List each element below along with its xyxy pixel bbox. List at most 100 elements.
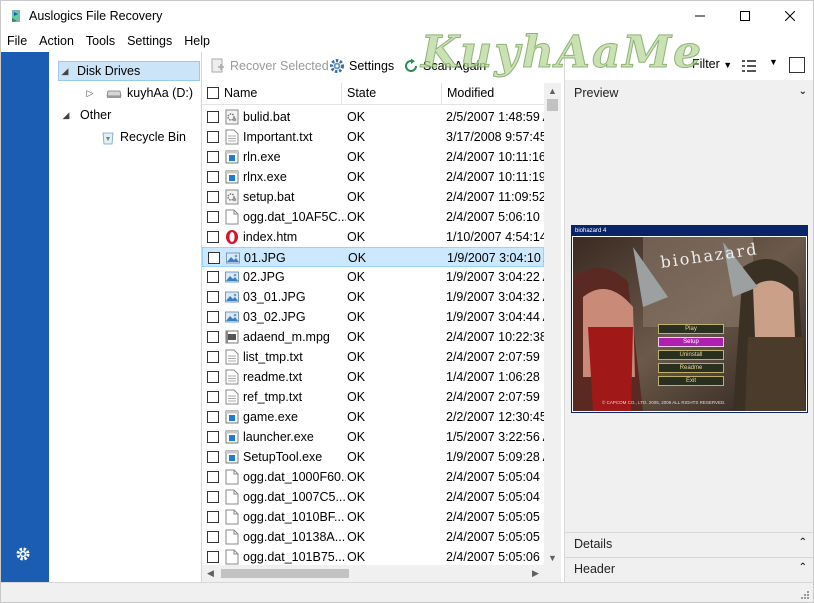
file-modified: 1/5/2007 3:22:56 AM [446,430,544,444]
menu-file[interactable]: File [1,31,33,51]
file-modified: 2/4/2007 2:07:59 PM [446,390,544,404]
row-checkbox[interactable] [207,471,219,483]
table-row[interactable]: ogg.dat_10AF5C...OK 2/4/2007 5:06:10 PM [202,207,544,227]
file-name: ogg.dat_1007C5... [243,490,346,504]
file-state: OK [347,310,366,324]
batch-icon [225,189,239,205]
table-row[interactable]: 03_02.JPG OK 1/9/2007 3:04:44 AM [202,307,544,327]
column-divider[interactable] [341,83,342,105]
expand-icon[interactable]: ▷ [84,88,96,99]
menu-action[interactable]: Action [33,31,80,51]
table-row[interactable]: 02.JPG OK 1/9/2007 3:04:22 AM [202,267,544,287]
file-name: 01.JPG [244,251,286,265]
row-checkbox[interactable] [207,111,219,123]
table-row[interactable]: launcher.exe OK 1/5/2007 3:22:56 AM [202,427,544,447]
table-row[interactable]: ogg.dat_10138A...OK 2/4/2007 5:05:05 PM [202,527,544,547]
row-checkbox[interactable] [207,191,219,203]
row-checkbox[interactable] [207,211,219,223]
scroll-thumb[interactable] [221,569,349,578]
row-checkbox[interactable] [207,291,219,303]
file-state: OK [347,550,366,564]
file-modified: 2/4/2007 5:05:04 PM [446,490,544,504]
table-row[interactable]: index.htm OK 1/10/2007 4:54:14 ... [202,227,544,247]
tree-node-disk-drives[interactable]: ◢ Disk Drives [58,61,200,81]
table-row[interactable]: rlnx.exe OK 2/4/2007 10:11:19 ... [202,167,544,187]
table-row[interactable]: game.exe OK 2/2/2007 12:30:45 ... [202,407,544,427]
vertical-scrollbar[interactable]: ▲ ▼ [544,83,561,565]
recover-selected-button[interactable]: Recover Selected [210,56,329,76]
menu-tools[interactable]: Tools [80,31,121,51]
close-icon [784,11,795,21]
gear-icon[interactable] [15,546,31,562]
row-checkbox[interactable] [207,271,219,283]
row-checkbox[interactable] [207,391,219,403]
row-checkbox[interactable] [207,431,219,443]
maximize-button[interactable] [722,1,767,31]
view-list-icon[interactable] [741,58,757,74]
file-name: ogg.dat_101B75... [243,550,346,564]
table-row[interactable]: readme.txt OK 1/4/2007 1:06:28 PM [202,367,544,387]
select-all-checkbox[interactable] [207,87,219,99]
table-row[interactable]: bulid.bat OK 2/5/2007 1:48:59 AM [202,107,544,127]
tree-node-recycle-bin[interactable]: Recycle Bin [101,127,186,147]
table-row[interactable]: ogg.dat_101B75...OK 2/4/2007 5:05:06 PM [202,547,544,567]
resize-grip-icon[interactable] [800,590,810,600]
collapse-icon[interactable]: ◢ [60,110,72,121]
column-header-name[interactable]: Name [224,86,257,100]
table-row[interactable]: 03_01.JPG OK 1/9/2007 3:04:32 AM [202,287,544,307]
row-checkbox[interactable] [207,311,219,323]
blank-file-icon [225,469,239,485]
exe-icon [225,409,239,425]
row-checkbox[interactable] [207,551,219,563]
view-dropdown-icon[interactable]: ▼ [769,57,778,67]
row-checkbox[interactable] [207,171,219,183]
row-checkbox[interactable] [207,411,219,423]
expand-chevron-icon[interactable]: ⌃ [799,562,807,573]
tree-node-drive[interactable]: ▷ kuyhAa (D:) [84,83,193,103]
row-checkbox[interactable] [207,511,219,523]
row-checkbox[interactable] [207,151,219,163]
row-checkbox[interactable] [207,371,219,383]
scroll-down-icon[interactable]: ▼ [544,550,561,565]
table-row[interactable]: setup.bat OK 2/4/2007 11:09:52 ... [202,187,544,207]
menu-settings[interactable]: Settings [121,31,178,51]
settings-button[interactable]: Settings [329,56,394,76]
toggle-panel-icon[interactable] [789,57,805,73]
table-row[interactable]: SetupTool.exe OK 1/9/2007 5:09:28 AM [202,447,544,467]
file-name: ref_tmp.txt [243,390,303,404]
row-checkbox[interactable] [208,252,220,264]
collapse-chevron-icon[interactable]: ⌄ [799,86,807,97]
table-row[interactable]: list_tmp.txt OK 2/4/2007 2:07:59 PM [202,347,544,367]
row-checkbox[interactable] [207,331,219,343]
row-checkbox[interactable] [207,531,219,543]
menu-help[interactable]: Help [178,31,216,51]
table-row[interactable]: ogg.dat_1010BF...OK 2/4/2007 5:05:05 PM [202,507,544,527]
details-pane-header[interactable]: Details ⌃ [565,532,813,554]
file-state: OK [347,370,366,384]
table-row[interactable]: 01.JPG OK 1/9/2007 3:04:10 AM [202,247,545,267]
scroll-left-icon[interactable]: ◀ [202,566,219,581]
table-row[interactable]: ogg.dat_1007C5...OK 2/4/2007 5:05:04 PM [202,487,544,507]
row-checkbox[interactable] [207,451,219,463]
file-name: game.exe [243,410,298,424]
table-row[interactable]: adaend_m.mpg OK 2/4/2007 10:22:38 ... [202,327,544,347]
table-row[interactable]: Important.txt OK 3/17/2008 9:57:45 ... [202,127,544,147]
close-button[interactable] [767,1,812,31]
table-row[interactable]: ref_tmp.txt OK 2/4/2007 2:07:59 PM [202,387,544,407]
horizontal-scrollbar[interactable]: ◀ ▶ [202,565,544,582]
column-header-state[interactable]: State [347,86,376,100]
scroll-thumb[interactable] [547,99,558,111]
table-row[interactable]: ogg.dat_1000F60...OK 2/4/2007 5:05:04 PM [202,467,544,487]
left-sidebar-strip [1,52,49,582]
collapse-icon[interactable]: ◢ [59,66,71,77]
row-checkbox[interactable] [207,131,219,143]
table-row[interactable]: rln.exe OK 2/4/2007 10:11:16 ... [202,147,544,167]
row-checkbox[interactable] [207,231,219,243]
row-checkbox[interactable] [207,491,219,503]
file-name: SetupTool.exe [243,450,323,464]
tree-node-other[interactable]: ◢ Other [60,105,112,125]
header-pane-header[interactable]: Header ⌃ [565,557,813,579]
expand-chevron-icon[interactable]: ⌃ [799,537,807,548]
scroll-right-icon[interactable]: ▶ [527,566,544,581]
row-checkbox[interactable] [207,351,219,363]
